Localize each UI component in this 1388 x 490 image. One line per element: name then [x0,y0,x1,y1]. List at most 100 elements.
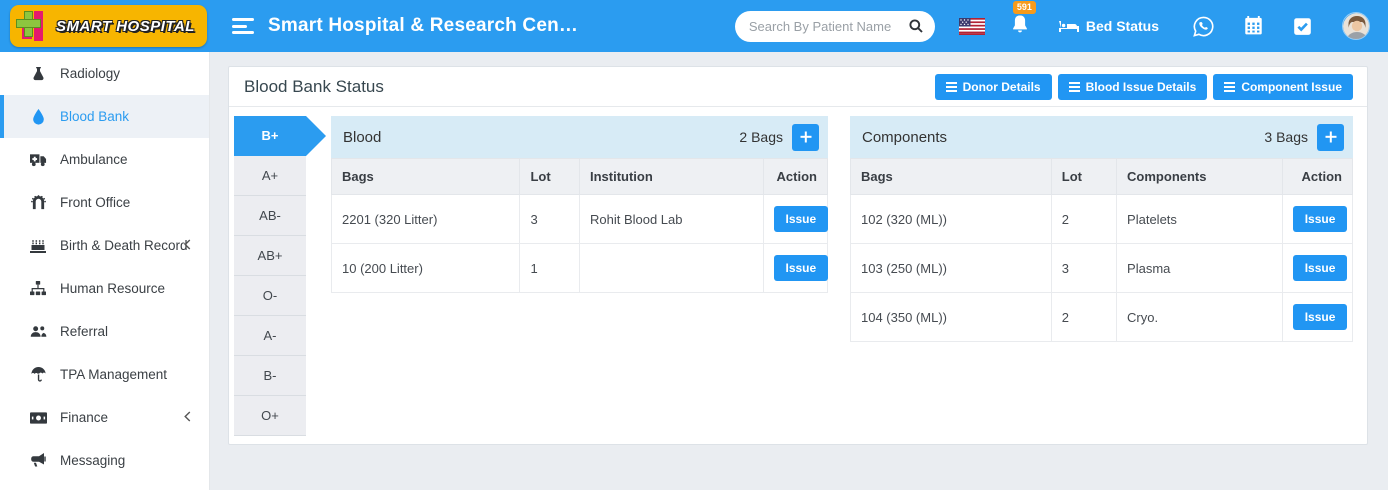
component-cell: Platelets [1117,195,1283,244]
tpa-umbrella-icon [29,367,47,382]
table-row: 103 (250 (ML)) 3 Plasma Issue [851,244,1353,293]
tab-blood-group-o-pos[interactable]: O+ [234,396,306,436]
sidebar-item-label: Finance [60,410,108,425]
sidebar-item-label: Human Resource [60,281,165,296]
sidebar-item-label: Radiology [60,66,120,81]
components-bags-count: 3 Bags [1264,129,1308,145]
add-blood-bag-button[interactable] [792,124,819,151]
column-header: Bags [332,159,520,195]
bags-cell: 102 (320 (ML)) [851,195,1052,244]
sidebar-item-label: TPA Management [60,367,167,382]
calendar-icon[interactable] [1244,16,1263,36]
chevron-left-icon [184,238,191,253]
blood-panel-title: Blood [343,129,381,146]
list-icon [1069,82,1080,92]
bags-cell: 10 (200 Litter) [332,244,520,293]
tab-blood-group-a-neg[interactable]: A- [234,316,306,356]
search-input[interactable] [749,19,901,34]
lot-cell: 3 [1051,244,1116,293]
logo-text: SMART HOSPITAL [56,18,195,35]
whatsapp-icon[interactable] [1193,16,1214,37]
sidebar-item-referral[interactable]: Referral [0,310,209,353]
top-header: SMART HOSPITAL Smart Hospital & Research… [0,0,1388,52]
bags-cell: 103 (250 (ML)) [851,244,1052,293]
sidebar-item-radiology[interactable]: Radiology [0,52,209,95]
issue-component-button[interactable]: Issue [1293,206,1348,232]
components-table: Bags Lot Components Action 102 (320 (ML)… [850,158,1353,342]
lot-cell: 2 [1051,195,1116,244]
app-logo[interactable]: SMART HOSPITAL [10,5,207,47]
tab-blood-group-o-neg[interactable]: O- [234,276,306,316]
user-avatar[interactable] [1342,12,1370,40]
bed-status-button[interactable]: Bed Status [1059,18,1159,34]
blood-bags-count: 2 Bags [739,129,783,145]
column-header: Lot [1051,159,1116,195]
app-title: Smart Hospital & Research Cen… [268,15,578,37]
blood-issue-details-button[interactable]: Blood Issue Details [1058,74,1208,100]
front-office-icon [29,195,47,210]
referral-icon [29,325,47,338]
table-row: 104 (350 (ML)) 2 Cryo. Issue [851,293,1353,342]
bed-status-label: Bed Status [1086,18,1159,34]
tasks-check-icon[interactable] [1293,17,1312,36]
table-row: 10 (200 Litter) 1 Issue [332,244,828,293]
issue-blood-button[interactable]: Issue [774,255,829,281]
table-row: 2201 (320 Litter) 3 Rohit Blood Lab Issu… [332,195,828,244]
donor-details-button[interactable]: Donor Details [935,74,1052,100]
sidebar-item-label: Ambulance [60,152,128,167]
column-header: Lot [520,159,580,195]
component-issue-button[interactable]: Component Issue [1213,74,1353,100]
sidebar-item-finance[interactable]: Finance [0,396,209,439]
sidebar-item-label: Referral [60,324,108,339]
sidebar-item-label: Birth & Death Record [60,238,188,253]
page-title: Blood Bank Status [244,77,384,97]
institution-cell [579,244,763,293]
sidebar-item-front-office[interactable]: Front Office [0,181,209,224]
sidebar-item-messaging[interactable]: Messaging [0,439,209,482]
sidebar-item-ambulance[interactable]: Ambulance [0,138,209,181]
toolbar: Donor Details Blood Issue Details Compon… [935,74,1353,100]
sidebar-item-human-resource[interactable]: Human Resource [0,267,209,310]
column-header: Components [1117,159,1283,195]
sidebar-item-label: Front Office [60,195,130,210]
blood-panel: Blood 2 Bags Bags Lot Institution Action [331,116,828,436]
notifications-bell-icon[interactable]: 591 [1011,14,1029,39]
add-component-bag-button[interactable] [1317,124,1344,151]
bags-cell: 104 (350 (ML)) [851,293,1052,342]
blood-bank-card: Blood Bank Status Donor Details Blood Is… [228,66,1368,445]
column-header: Action [1282,159,1352,195]
main-content: Blood Bank Status Donor Details Blood Is… [210,52,1388,490]
column-header: Bags [851,159,1052,195]
tab-blood-group-b-neg[interactable]: B- [234,356,306,396]
sidebar-nav: Radiology Blood Bank Ambulance Front Off… [0,52,210,490]
list-icon [946,82,957,92]
search-icon[interactable] [908,18,924,39]
tab-blood-group-a-pos[interactable]: A+ [234,156,306,196]
tab-blood-group-ab-neg[interactable]: AB- [234,196,306,236]
human-resource-icon [29,281,47,296]
blood-table: Bags Lot Institution Action 2201 (320 Li… [331,158,828,293]
components-panel-title: Components [862,129,947,146]
birth-death-icon [29,238,47,253]
lot-cell: 2 [1051,293,1116,342]
component-cell: Cryo. [1117,293,1283,342]
issue-component-button[interactable]: Issue [1293,255,1348,281]
notification-count-badge: 591 [1013,1,1036,14]
column-header: Action [763,159,828,195]
tab-blood-group-ab-pos[interactable]: AB+ [234,236,306,276]
issue-component-button[interactable]: Issue [1293,304,1348,330]
component-cell: Plasma [1117,244,1283,293]
menu-toggle-icon[interactable] [232,18,254,34]
brand-area: SMART HOSPITAL [0,5,218,47]
blood-group-tabs: B+ A+ AB- AB+ O- A- B- O+ [234,116,306,436]
chevron-left-icon [184,410,191,425]
language-flag-icon[interactable] [959,18,985,35]
tab-blood-group-b-pos[interactable]: B+ [234,116,306,156]
sidebar-item-tpa-management[interactable]: TPA Management [0,353,209,396]
patient-search[interactable] [735,11,935,42]
sidebar-item-blood-bank[interactable]: Blood Bank [0,95,209,138]
lot-cell: 3 [520,195,580,244]
sidebar-item-birth-death-record[interactable]: Birth & Death Record [0,224,209,267]
issue-blood-button[interactable]: Issue [774,206,829,232]
sidebar-item-label: Messaging [60,453,125,468]
